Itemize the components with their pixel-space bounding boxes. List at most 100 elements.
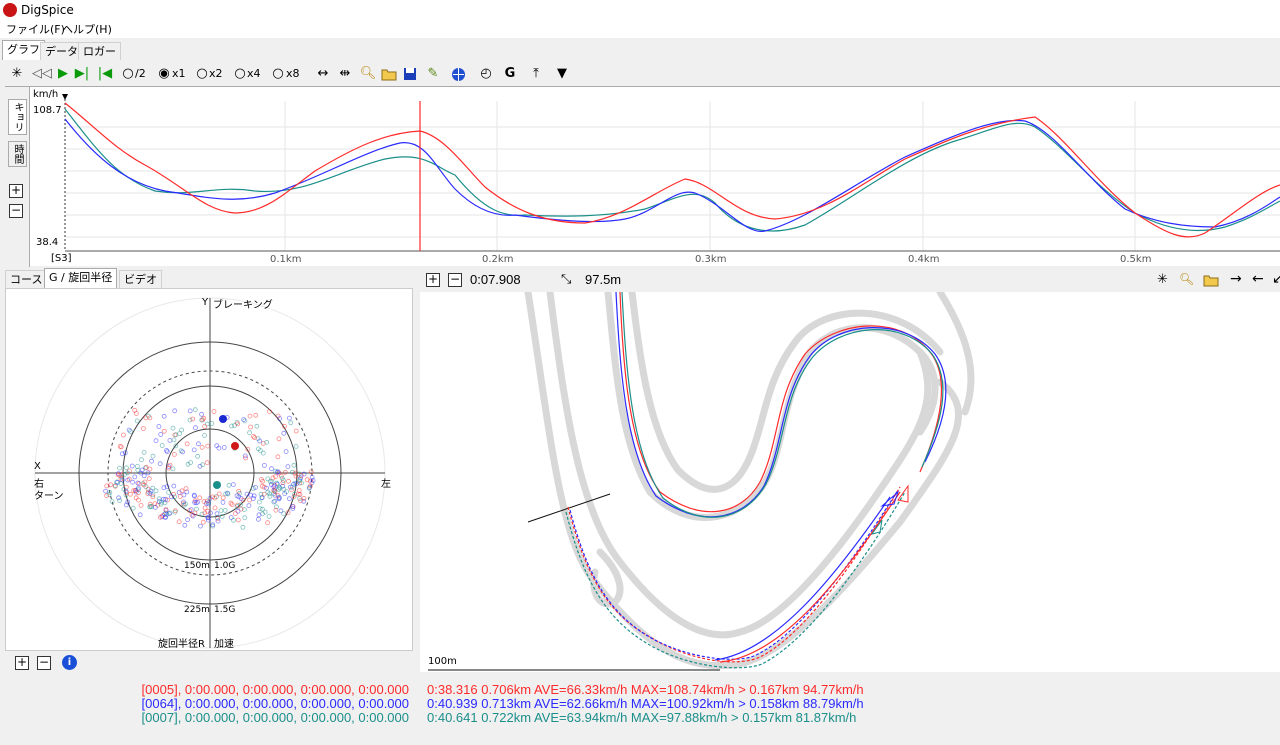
clock-icon[interactable]: ◴ (478, 66, 494, 82)
g-dot (265, 476, 271, 482)
g-dot (235, 508, 241, 514)
arrow-left-icon[interactable]: ← (1252, 271, 1264, 287)
speed-x8-label: x8 (286, 67, 300, 80)
g-dot (156, 424, 162, 429)
g-dot (153, 488, 159, 494)
tab-logger[interactable]: ロガー (78, 42, 121, 60)
arrow-right-icon[interactable]: → (1230, 271, 1242, 287)
menu-file[interactable]: ファイル(F) (6, 23, 65, 37)
g-dot (152, 504, 158, 510)
g-dot (141, 449, 147, 455)
course-map-svg (428, 292, 975, 671)
g-dot (204, 460, 210, 466)
speed-x8-radio-icon[interactable]: ○ (270, 66, 286, 82)
dropdown-icon[interactable]: ▼ (554, 66, 570, 82)
speed-x2-radio-icon[interactable]: ○ (194, 66, 210, 82)
g-dot (205, 443, 211, 449)
lap-summary-row-2[interactable]: 0:40.939 0.713km AVE=62.66km/h MAX=100.9… (427, 697, 864, 711)
height-icon[interactable]: ⤒ (528, 66, 544, 82)
speed-graph-plot[interactable] (5, 87, 1280, 267)
lap-sector-row-2[interactable]: [0064], 0:00.000, 0:00.000, 0:00.000, 0:… (142, 697, 409, 711)
g-label-y: Y (202, 297, 209, 308)
globe-icon[interactable] (450, 66, 466, 82)
main-tab-bar: グラフ データ ロガー (0, 40, 1280, 62)
tab-course[interactable]: コース (5, 270, 48, 288)
g-dot (260, 450, 266, 456)
info-icon[interactable]: i (62, 655, 77, 670)
g-dot (170, 425, 176, 431)
g-dot (161, 413, 167, 419)
g-dot (202, 432, 207, 438)
g-dot (269, 466, 274, 472)
g-dot (140, 426, 146, 431)
map-folder-icon[interactable] (1203, 273, 1219, 290)
map-zoom-out-icon[interactable]: − (448, 273, 462, 287)
g-dot (161, 428, 167, 434)
map-zoom-in-icon[interactable]: + (426, 273, 440, 287)
g-dot (193, 425, 198, 431)
lap-summary-row-1[interactable]: 0:38.316 0.706km AVE=66.33km/h MAX=108.7… (427, 683, 864, 697)
speed-half-radio-icon[interactable]: ○ (120, 66, 136, 82)
speed-x1-radio-icon[interactable]: ◉ (156, 66, 172, 82)
map-time: 0:07.908 (470, 272, 521, 287)
menu-help[interactable]: ヘルプ(H) (62, 23, 112, 37)
course-map-pane: + − 0:07.908 ⤡ 97.5m ✳ 🔍︎ → ← ↙ 100m (420, 268, 1280, 680)
play-icon[interactable]: ▶ (55, 66, 71, 82)
tab-graph[interactable]: グラフ (2, 40, 45, 60)
tools-icon[interactable]: ✎ (425, 66, 441, 82)
map-more-icon[interactable]: ↙ (1272, 271, 1280, 287)
g-dot (265, 520, 271, 526)
measure-icon[interactable]: ⤡ (561, 272, 571, 287)
lap-sector-row-1[interactable]: [0005], 0:00.000, 0:00.000, 0:00.000, 0:… (142, 683, 409, 697)
map-search-icon[interactable]: 🔍︎ (1179, 272, 1194, 286)
g-dot (187, 408, 193, 414)
g-dot (191, 447, 197, 453)
g-ring2-radius: 225m (184, 605, 210, 615)
g-force-icon[interactable]: G (502, 66, 518, 82)
g-dot (293, 428, 299, 434)
g-dot (261, 462, 267, 468)
g-dot (228, 515, 234, 521)
speed-x4-radio-icon[interactable]: ○ (232, 66, 248, 82)
expand-horizontal-icon[interactable]: ↔ (315, 66, 331, 82)
g-dot (231, 517, 236, 523)
g-label-accel: 加速 (214, 639, 234, 650)
g-dot (194, 506, 199, 512)
course-map-canvas[interactable]: 100m (420, 292, 1280, 672)
g-dot (235, 517, 241, 523)
shrink-horizontal-icon[interactable]: ⇹ (337, 66, 353, 82)
g-dot (229, 423, 235, 429)
open-folder-icon[interactable] (381, 66, 397, 82)
g-dot (108, 482, 114, 488)
map-reset-icon[interactable]: ✳ (1157, 272, 1168, 287)
g-dot (276, 436, 282, 442)
tab-video[interactable]: ビデオ (119, 270, 162, 288)
app-logo-icon (3, 3, 17, 17)
lap-sector-row-3[interactable]: [0007], 0:00.000, 0:00.000, 0:00.000, 0:… (142, 711, 409, 725)
g-dot (185, 517, 191, 523)
save-icon[interactable] (402, 66, 418, 82)
g-dot (124, 465, 129, 471)
g-dot (130, 505, 136, 511)
tab-data[interactable]: データ (40, 42, 83, 60)
g-circle-plot[interactable] (6, 289, 412, 650)
g-dot (164, 449, 170, 455)
lap-summary-row-3[interactable]: 0:40.641 0.722km AVE=63.94km/h MAX=97.88… (427, 711, 856, 725)
g-dot (286, 496, 292, 502)
g-dot (202, 505, 208, 511)
step-forward-icon[interactable]: ▶| (74, 66, 90, 82)
g-dot (281, 511, 287, 517)
g-dot (288, 420, 294, 426)
g-dot (182, 522, 188, 528)
reset-icon[interactable]: ✳ (9, 66, 25, 82)
g-dot (176, 519, 182, 525)
lap-summary-list: 0:38.316 0.706km AVE=66.33km/h MAX=108.7… (420, 680, 1280, 740)
step-back-icon[interactable]: |◀ (97, 66, 113, 82)
g-zoom-in-icon[interactable]: + (15, 656, 29, 670)
search-icon[interactable]: 🔍︎ (360, 66, 377, 82)
g-dot (136, 497, 141, 503)
g-zoom-out-icon[interactable]: − (37, 656, 51, 670)
tab-g-radius[interactable]: G / 旋回半径 (44, 268, 118, 288)
rewind-icon[interactable]: ◁◁ (32, 66, 52, 82)
map-toolbar: + − 0:07.908 ⤡ 97.5m ✳ 🔍︎ → ← ↙ (420, 268, 1280, 292)
